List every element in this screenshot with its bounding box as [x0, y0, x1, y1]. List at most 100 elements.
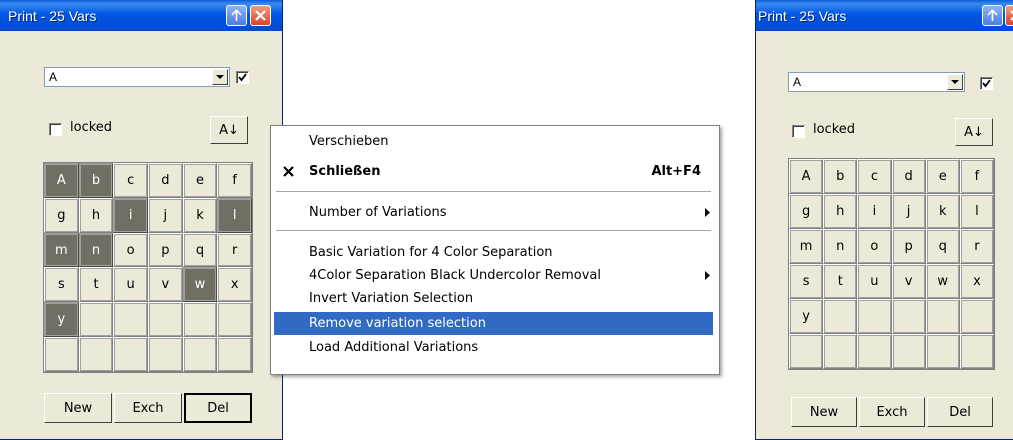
menu-item-basic-variation[interactable]: Basic Variation for 4 Color Separation: [274, 241, 713, 264]
variation-cell[interactable]: h: [823, 194, 858, 229]
variation-cell[interactable]: o: [113, 232, 148, 268]
variation-cell[interactable]: w: [925, 264, 960, 299]
variation-cell[interactable]: g: [44, 197, 79, 233]
empty-cell[interactable]: [789, 334, 824, 369]
variation-cell[interactable]: u: [857, 264, 892, 299]
title-bar[interactable]: Print - 25 Vars: [756, 0, 1013, 31]
menu-item-load-additional[interactable]: Load Additional Variations: [274, 336, 713, 359]
variation-cell[interactable]: e: [925, 159, 960, 194]
variation-cell[interactable]: e: [182, 163, 218, 198]
empty-cell[interactable]: [925, 334, 960, 369]
new-button[interactable]: New: [791, 397, 857, 427]
variation-cell[interactable]: b: [823, 159, 858, 194]
sort-button[interactable]: A↓: [955, 118, 993, 146]
enable-checkbox[interactable]: [236, 71, 249, 84]
variation-cell[interactable]: x: [217, 267, 252, 303]
sort-button[interactable]: A↓: [210, 116, 248, 144]
menu-item-schliessen[interactable]: Schließen Alt+F4: [274, 160, 713, 183]
variation-cell[interactable]: p: [148, 232, 183, 268]
del-button[interactable]: Del: [184, 393, 252, 423]
menu-item-number-of-variations[interactable]: Number of Variations: [274, 201, 713, 224]
empty-cell[interactable]: [891, 334, 926, 369]
up-arrow-icon[interactable]: [982, 5, 1003, 26]
title-bar[interactable]: Print - 25 Vars: [0, 0, 282, 31]
variation-cell[interactable]: j: [891, 194, 926, 229]
variation-cell[interactable]: r: [959, 229, 994, 264]
variation-cell[interactable]: x: [959, 264, 994, 299]
empty-cell[interactable]: [857, 334, 892, 369]
variation-cell[interactable]: A: [44, 163, 79, 198]
close-icon[interactable]: [250, 5, 271, 26]
variation-cell[interactable]: j: [148, 197, 183, 233]
empty-cell[interactable]: [148, 302, 183, 338]
menu-item-invert-selection[interactable]: Invert Variation Selection: [274, 287, 713, 310]
empty-cell[interactable]: [113, 337, 148, 372]
variation-combo[interactable]: A: [788, 72, 965, 92]
variation-cell[interactable]: u: [113, 267, 148, 303]
chevron-down-icon[interactable]: [212, 69, 228, 85]
new-button[interactable]: New: [44, 393, 112, 423]
empty-cell[interactable]: [857, 299, 892, 334]
empty-cell[interactable]: [78, 337, 114, 372]
empty-cell[interactable]: [182, 302, 218, 338]
variation-cell[interactable]: g: [789, 194, 824, 229]
variation-cell[interactable]: r: [217, 232, 252, 268]
variation-cell[interactable]: o: [857, 229, 892, 264]
variation-cell[interactable]: m: [789, 229, 824, 264]
variation-cell[interactable]: l: [959, 194, 994, 229]
empty-cell[interactable]: [148, 337, 183, 372]
variation-cell[interactable]: w: [182, 267, 218, 303]
variation-cell[interactable]: c: [857, 159, 892, 194]
empty-cell[interactable]: [959, 299, 994, 334]
locked-checkbox[interactable]: [792, 125, 805, 138]
locked-checkbox[interactable]: [49, 123, 62, 136]
variation-cell[interactable]: f: [217, 163, 252, 198]
variation-cell[interactable]: d: [148, 163, 183, 198]
variation-cell[interactable]: c: [113, 163, 148, 198]
empty-cell[interactable]: [182, 337, 218, 372]
empty-cell[interactable]: [891, 299, 926, 334]
variation-cell[interactable]: q: [182, 232, 218, 268]
variation-cell[interactable]: s: [44, 267, 79, 303]
variation-cell[interactable]: n: [78, 232, 114, 268]
empty-cell[interactable]: [217, 337, 252, 372]
menu-item-4color-ucr[interactable]: 4Color Separation Black Undercolor Remov…: [274, 264, 713, 287]
variation-cell[interactable]: v: [148, 267, 183, 303]
variation-cell[interactable]: t: [823, 264, 858, 299]
empty-cell[interactable]: [823, 334, 858, 369]
variation-cell[interactable]: y: [789, 299, 824, 334]
variation-cell[interactable]: y: [44, 302, 79, 338]
variation-cell[interactable]: m: [44, 232, 79, 268]
variation-cell[interactable]: v: [891, 264, 926, 299]
empty-cell[interactable]: [217, 302, 252, 338]
empty-cell[interactable]: [113, 302, 148, 338]
empty-cell[interactable]: [823, 299, 858, 334]
exch-button[interactable]: Exch: [114, 393, 182, 423]
empty-cell[interactable]: [78, 302, 114, 338]
menu-item-verschieben[interactable]: Verschieben: [274, 130, 713, 153]
close-icon[interactable]: [1005, 5, 1013, 26]
menu-item-remove-selection[interactable]: Remove variation selection: [274, 312, 713, 335]
variation-combo[interactable]: A: [44, 67, 230, 87]
variation-cell[interactable]: s: [789, 264, 824, 299]
exch-button[interactable]: Exch: [859, 397, 925, 427]
variation-cell[interactable]: l: [217, 197, 252, 233]
variation-cell[interactable]: h: [78, 197, 114, 233]
variation-cell[interactable]: A: [789, 159, 824, 194]
variation-cell[interactable]: t: [78, 267, 114, 303]
variation-cell[interactable]: n: [823, 229, 858, 264]
enable-checkbox[interactable]: [980, 77, 993, 90]
empty-cell[interactable]: [925, 299, 960, 334]
empty-cell[interactable]: [44, 337, 79, 372]
chevron-down-icon[interactable]: [947, 74, 963, 90]
variation-cell[interactable]: b: [78, 163, 114, 198]
variation-cell[interactable]: k: [182, 197, 218, 233]
up-arrow-icon[interactable]: [226, 5, 247, 26]
empty-cell[interactable]: [959, 334, 994, 369]
variation-cell[interactable]: q: [925, 229, 960, 264]
del-button[interactable]: Del: [927, 397, 993, 427]
variation-cell[interactable]: p: [891, 229, 926, 264]
variation-cell[interactable]: i: [857, 194, 892, 229]
variation-cell[interactable]: f: [959, 159, 994, 194]
variation-cell[interactable]: k: [925, 194, 960, 229]
